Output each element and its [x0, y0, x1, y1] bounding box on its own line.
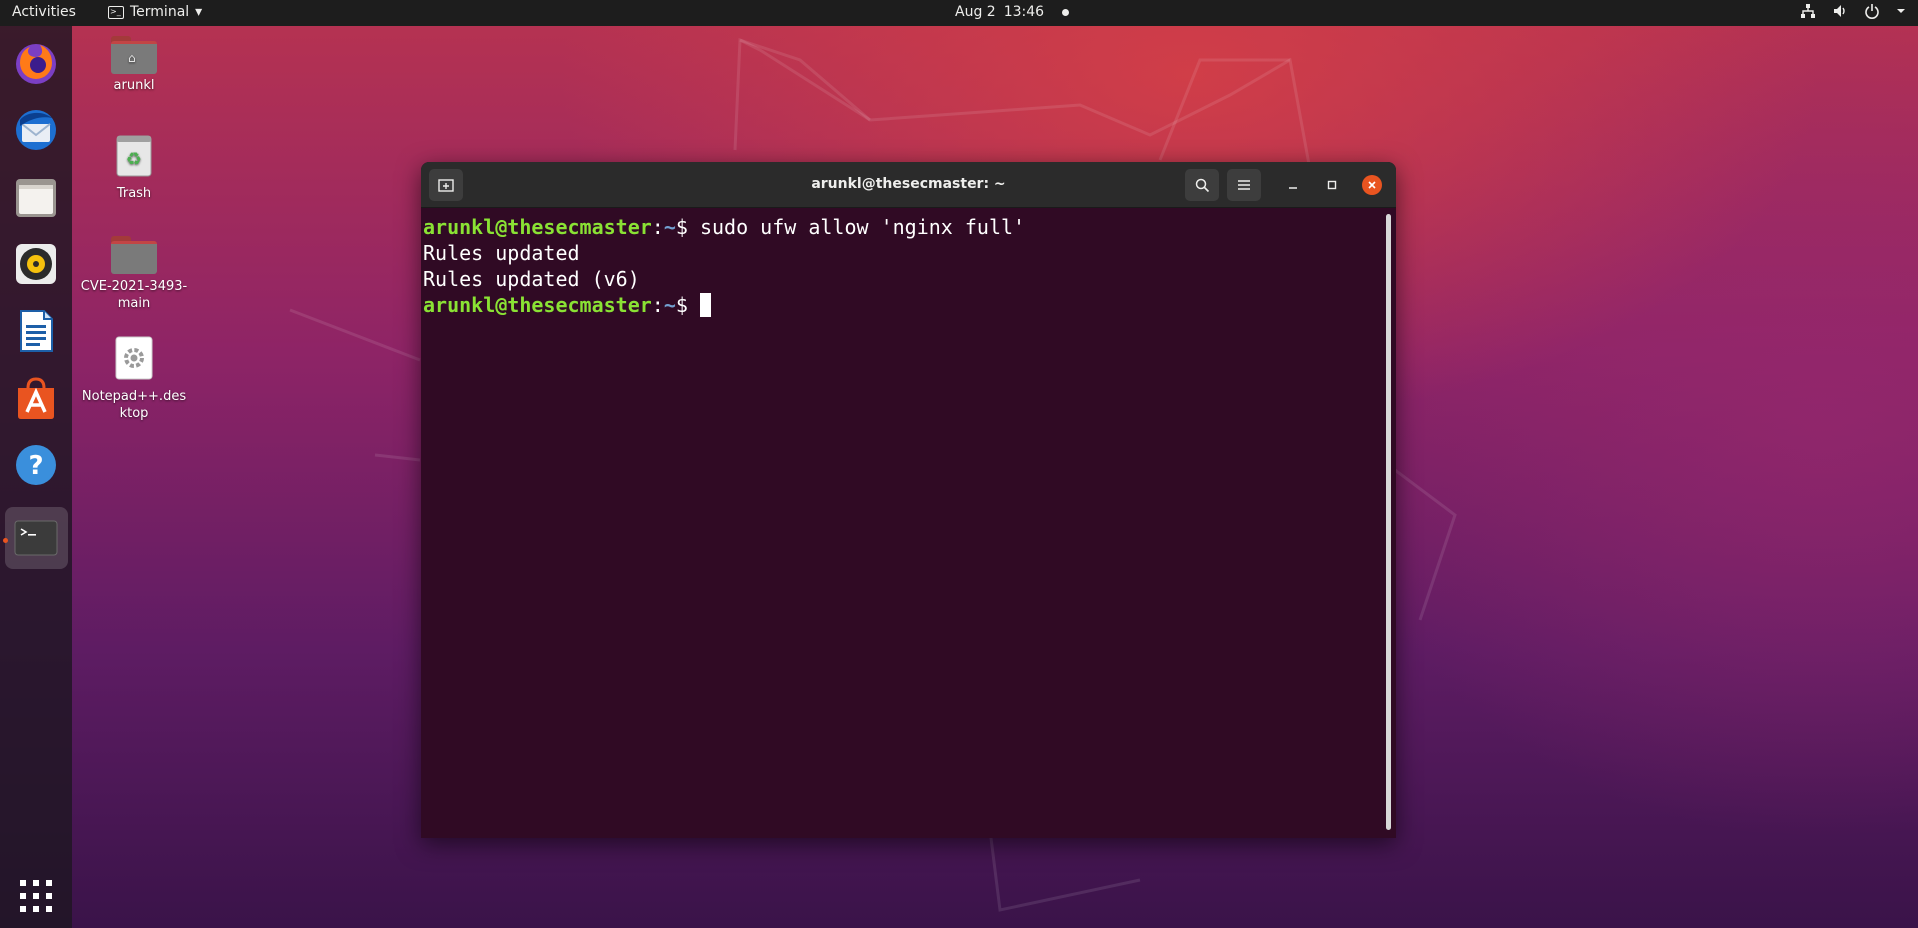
desktop-icon-folder[interactable]: CVE-2021-3493-main	[79, 236, 189, 312]
help-icon: ?	[16, 445, 56, 485]
close-button[interactable]	[1362, 175, 1382, 195]
terminal-icon	[14, 520, 58, 556]
terminal-scrollbar[interactable]	[1386, 214, 1391, 830]
minimize-icon	[1289, 187, 1297, 189]
activities-button[interactable]: Activities	[12, 4, 76, 20]
ubuntu-software-icon	[18, 377, 54, 419]
prompt-user: arunkl@thesecmaster	[423, 293, 652, 317]
prompt-directory: ~	[663, 293, 676, 317]
dock-item-terminal[interactable]	[5, 507, 68, 569]
close-icon	[1368, 181, 1376, 189]
folder-icon	[111, 236, 157, 274]
show-applications-icon	[20, 880, 52, 912]
terminal-app-icon: >_	[108, 5, 124, 19]
dock-item-thunderbird[interactable]	[12, 106, 60, 154]
terminal-line: arunkl@thesecmaster:~$ sudo ufw allow 'n…	[423, 214, 1381, 240]
search-button[interactable]	[1185, 169, 1219, 201]
dock-item-help[interactable]: ?	[12, 441, 60, 489]
prompt-user: arunkl@thesecmaster	[423, 215, 652, 239]
prompt-symbol: $	[675, 215, 700, 239]
desktop-icon-notepad[interactable]: Notepad++.desktop	[79, 336, 189, 422]
desktop-icon-trash[interactable]: ♻ Trash	[79, 134, 189, 201]
terminal-line: Rules updated	[423, 241, 580, 265]
clock[interactable]: Aug 2 13:46	[955, 4, 1070, 20]
prompt-separator: :	[651, 293, 664, 317]
terminal-output[interactable]: arunkl@thesecmaster:~$ sudo ufw allow 'n…	[421, 208, 1381, 838]
desktop-icon-label: Trash	[116, 186, 152, 201]
hamburger-menu-icon	[1238, 180, 1250, 190]
terminal-line: arunkl@thesecmaster:~$	[423, 292, 1381, 318]
running-indicator	[3, 538, 8, 543]
power-icon	[1865, 4, 1879, 19]
terminal-window[interactable]: arunkl@thesecmaster: ~ arunkl@thesecmast…	[421, 162, 1396, 838]
notification-dot	[1062, 8, 1070, 16]
command-text: sudo ufw allow 'nginx full'	[699, 215, 1026, 239]
terminal-header-bar[interactable]: arunkl@thesecmaster: ~	[421, 162, 1396, 208]
volume-icon	[1834, 5, 1845, 17]
home-folder-icon: ⌂	[111, 36, 157, 74]
dock: ?	[0, 26, 72, 928]
system-menu[interactable]	[1800, 3, 1906, 19]
app-menu[interactable]: >_ Terminal ▾	[108, 4, 202, 20]
show-applications-button[interactable]	[12, 872, 60, 920]
svg-text:?: ?	[28, 451, 43, 481]
maximize-icon	[1327, 180, 1337, 190]
dock-item-libreoffice-writer[interactable]	[12, 307, 60, 355]
firefox-icon	[16, 44, 56, 84]
trash-icon: ♻	[116, 135, 152, 177]
gear-icon	[115, 336, 153, 380]
libreoffice-writer-icon	[20, 310, 53, 352]
thunderbird-icon	[16, 110, 56, 150]
prompt-separator: :	[651, 215, 664, 239]
terminal-line: Rules updated (v6)	[423, 267, 640, 291]
dock-item-firefox[interactable]	[12, 39, 60, 87]
prompt-directory: ~	[663, 215, 676, 239]
files-icon	[16, 179, 56, 217]
chevron-down-icon: ▾	[195, 4, 203, 20]
text-cursor	[699, 293, 711, 317]
menu-button[interactable]	[1227, 169, 1261, 201]
clock-time: 13:46	[1003, 4, 1045, 20]
prompt-symbol: $	[675, 293, 700, 317]
app-menu-label: Terminal	[130, 4, 190, 20]
dock-item-rhythmbox[interactable]	[12, 240, 60, 288]
top-bar: Activities >_ Terminal ▾ Aug 2 13:46	[0, 0, 1918, 26]
svg-text:♻: ♻	[126, 149, 142, 170]
desktop-icon-label: arunkl	[113, 78, 155, 93]
chevron-down-icon	[1897, 9, 1905, 13]
dock-item-files[interactable]	[12, 173, 60, 221]
desktop-icon-label: Notepad++.desktop	[81, 389, 187, 421]
minimize-button[interactable]	[1283, 175, 1303, 195]
search-icon	[1195, 178, 1209, 192]
clock-date: Aug 2	[955, 4, 996, 20]
desktop-icon-home[interactable]: ⌂ arunkl	[79, 36, 189, 93]
maximize-button[interactable]	[1322, 175, 1342, 195]
desktop-icon-label: CVE-2021-3493-main	[80, 279, 188, 311]
dock-item-ubuntu-software[interactable]	[12, 374, 60, 422]
network-icon	[1801, 4, 1815, 18]
rhythmbox-icon	[16, 244, 56, 284]
